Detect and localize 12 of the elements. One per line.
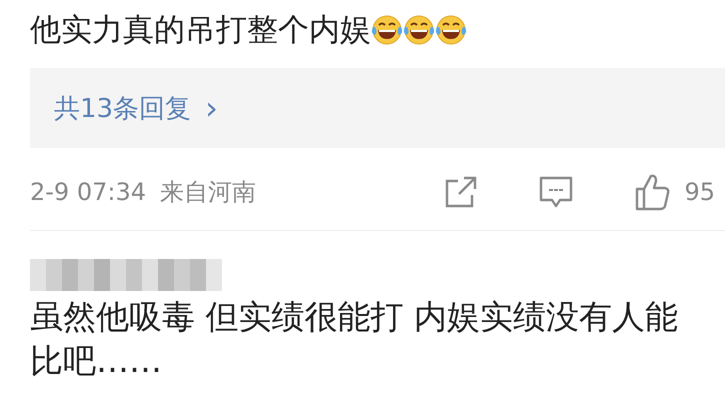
location-label: 来自河南 xyxy=(160,177,256,208)
replies-link[interactable]: 共13条回复 › xyxy=(54,90,218,126)
laughing-emoji-icon xyxy=(371,14,403,46)
laughing-emoji-icon xyxy=(403,14,435,46)
thumbs-up-icon xyxy=(634,173,670,211)
timestamp: 2-9 07:34 xyxy=(30,178,146,206)
share-icon[interactable] xyxy=(444,175,478,209)
like-button[interactable]: 95 xyxy=(634,173,725,211)
comment-text: 虽然他吸毒 但实绩很能打 内娱实绩没有人能比吧…… xyxy=(30,296,679,382)
comment-text: 他实力真的吊打整个内娱 xyxy=(30,11,371,50)
comment-icon[interactable] xyxy=(538,175,574,209)
laughing-emoji-icon xyxy=(435,14,467,46)
